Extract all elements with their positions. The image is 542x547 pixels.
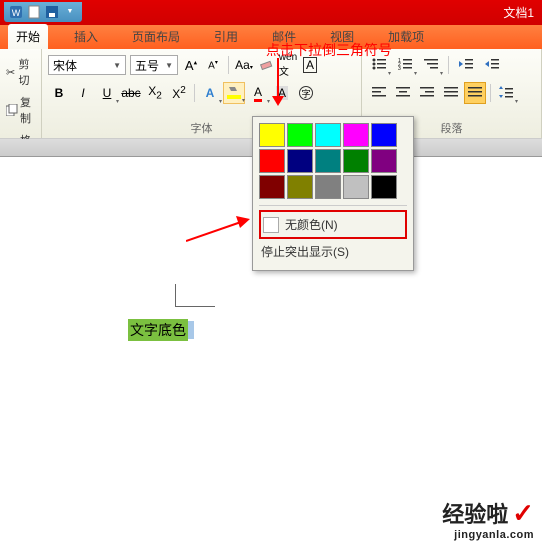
increase-indent-button[interactable] [481,54,503,76]
new-doc-icon[interactable] [26,4,42,20]
annotation-arrow-right-icon [186,216,256,246]
watermark: 经验啦 ✓ jingyanla.com [442,497,534,541]
selection-caret [188,321,194,339]
bold-icon: B [55,86,64,100]
svg-text:3: 3 [398,66,401,70]
color-swatch[interactable] [343,149,369,173]
color-swatch[interactable] [343,175,369,199]
tab-layout[interactable]: 页面布局 [124,24,188,49]
color-swatch[interactable] [371,123,397,147]
shrink-font-button[interactable]: A▾ [204,55,222,75]
underline-button[interactable]: U▾ [96,82,118,104]
color-swatch[interactable] [287,149,313,173]
tab-ref[interactable]: 引用 [206,24,246,49]
superscript-button[interactable]: X2 [168,82,190,104]
copy-icon [6,104,18,116]
text-effects-icon: A [206,86,215,100]
checkmark-icon: ✓ [512,498,534,529]
wps-logo-icon[interactable]: W [8,4,24,20]
highlighted-text: 文字底色 [128,319,188,341]
subscript-button[interactable]: X2 [144,82,166,104]
font-color-button[interactable]: A▾ [247,82,269,104]
annotation-arrow-down-icon [268,58,288,108]
align-right-icon [420,86,434,101]
grow-font-button[interactable]: A▴ [182,55,200,75]
distribute-icon [468,86,482,101]
color-swatch[interactable] [259,123,285,147]
line-spacing-icon [499,86,513,101]
change-case-icon: Aa▾ [235,58,253,72]
shrink-font-icon: A▾ [208,59,218,71]
document-text-sample[interactable]: 文字底色 [128,320,194,340]
highlight-color-dropdown: 无颜色(N) 停止突出显示(S) [252,116,414,271]
enclose-icon: 字 [299,86,313,100]
superscript-icon: X2 [172,85,186,101]
highlight-button[interactable]: ▾ [223,82,245,104]
copy-button[interactable]: 复制 [4,91,37,129]
chevron-down-icon: ▼ [113,61,121,70]
watermark-text: 经验啦 [442,497,508,529]
color-swatch[interactable] [315,123,341,147]
align-left-icon [372,86,386,101]
enclose-char-button[interactable]: 字 [295,82,317,104]
color-swatch[interactable] [371,175,397,199]
decrease-indent-button[interactable] [455,54,477,76]
italic-button[interactable]: I [72,82,94,104]
annotation-label: 点击下拉倒三角符号 [266,40,392,60]
text-effects-button[interactable]: A▾ [199,82,221,104]
scissors-icon: ✂ [6,66,17,78]
highlight-icon [227,85,241,102]
outdent-icon [459,58,473,73]
tab-insert[interactable]: 插入 [66,24,106,49]
numbering-icon: 123 [398,58,412,73]
chevron-down-icon: ▼ [165,61,173,70]
save-icon[interactable] [44,4,60,20]
subscript-icon: X2 [148,84,162,101]
strike-icon: abc [121,86,140,100]
multilevel-icon [424,58,438,73]
font-size-combo[interactable]: 五号▼ [130,55,178,75]
color-swatch[interactable] [287,175,313,199]
italic-icon: I [81,86,84,100]
distribute-button[interactable] [464,82,486,104]
color-swatch[interactable] [259,149,285,173]
strike-button[interactable]: abc [120,82,142,104]
color-swatch[interactable] [343,123,369,147]
color-swatch[interactable] [287,123,313,147]
cut-button[interactable]: ✂剪切 [4,53,37,91]
color-swatch[interactable] [315,149,341,173]
clipboard-group: ✂剪切 复制 格式刷 [0,49,42,138]
align-center-icon [396,86,410,101]
document-title: 文档1 [503,4,534,21]
title-bar: W ▼ 文档1 [0,0,542,25]
tab-start[interactable]: 开始 [8,24,48,49]
line-spacing-button[interactable]: ▾ [495,82,517,104]
qat-dropdown-icon[interactable]: ▼ [62,4,78,20]
underline-icon: U [103,86,112,100]
align-center-button[interactable] [392,82,414,104]
no-color-option[interactable]: 无颜色(N) [259,210,407,239]
color-grid [259,123,407,199]
numbering-button[interactable]: 123▾ [394,54,416,76]
justify-icon [444,86,458,101]
watermark-url: jingyanla.com [442,529,534,541]
font-color-icon: A [254,85,262,102]
color-swatch[interactable] [259,175,285,199]
bold-button[interactable]: B [48,82,70,104]
color-swatch[interactable] [315,175,341,199]
cursor-indicator [175,284,176,306]
svg-text:W: W [12,8,21,18]
indent-icon [485,58,499,73]
stop-highlight-option[interactable]: 停止突出显示(S) [259,239,407,264]
color-swatch[interactable] [371,149,397,173]
grow-font-icon: A▴ [185,58,197,73]
multilevel-button[interactable]: ▾ [420,54,442,76]
align-left-button[interactable] [368,82,390,104]
change-case-button[interactable]: Aa▾ [235,55,253,75]
no-color-swatch-icon [263,217,279,233]
font-name-combo[interactable]: 宋体▼ [48,55,126,75]
align-right-button[interactable] [416,82,438,104]
quick-access-toolbar: W ▼ [4,2,82,22]
justify-button[interactable] [440,82,462,104]
